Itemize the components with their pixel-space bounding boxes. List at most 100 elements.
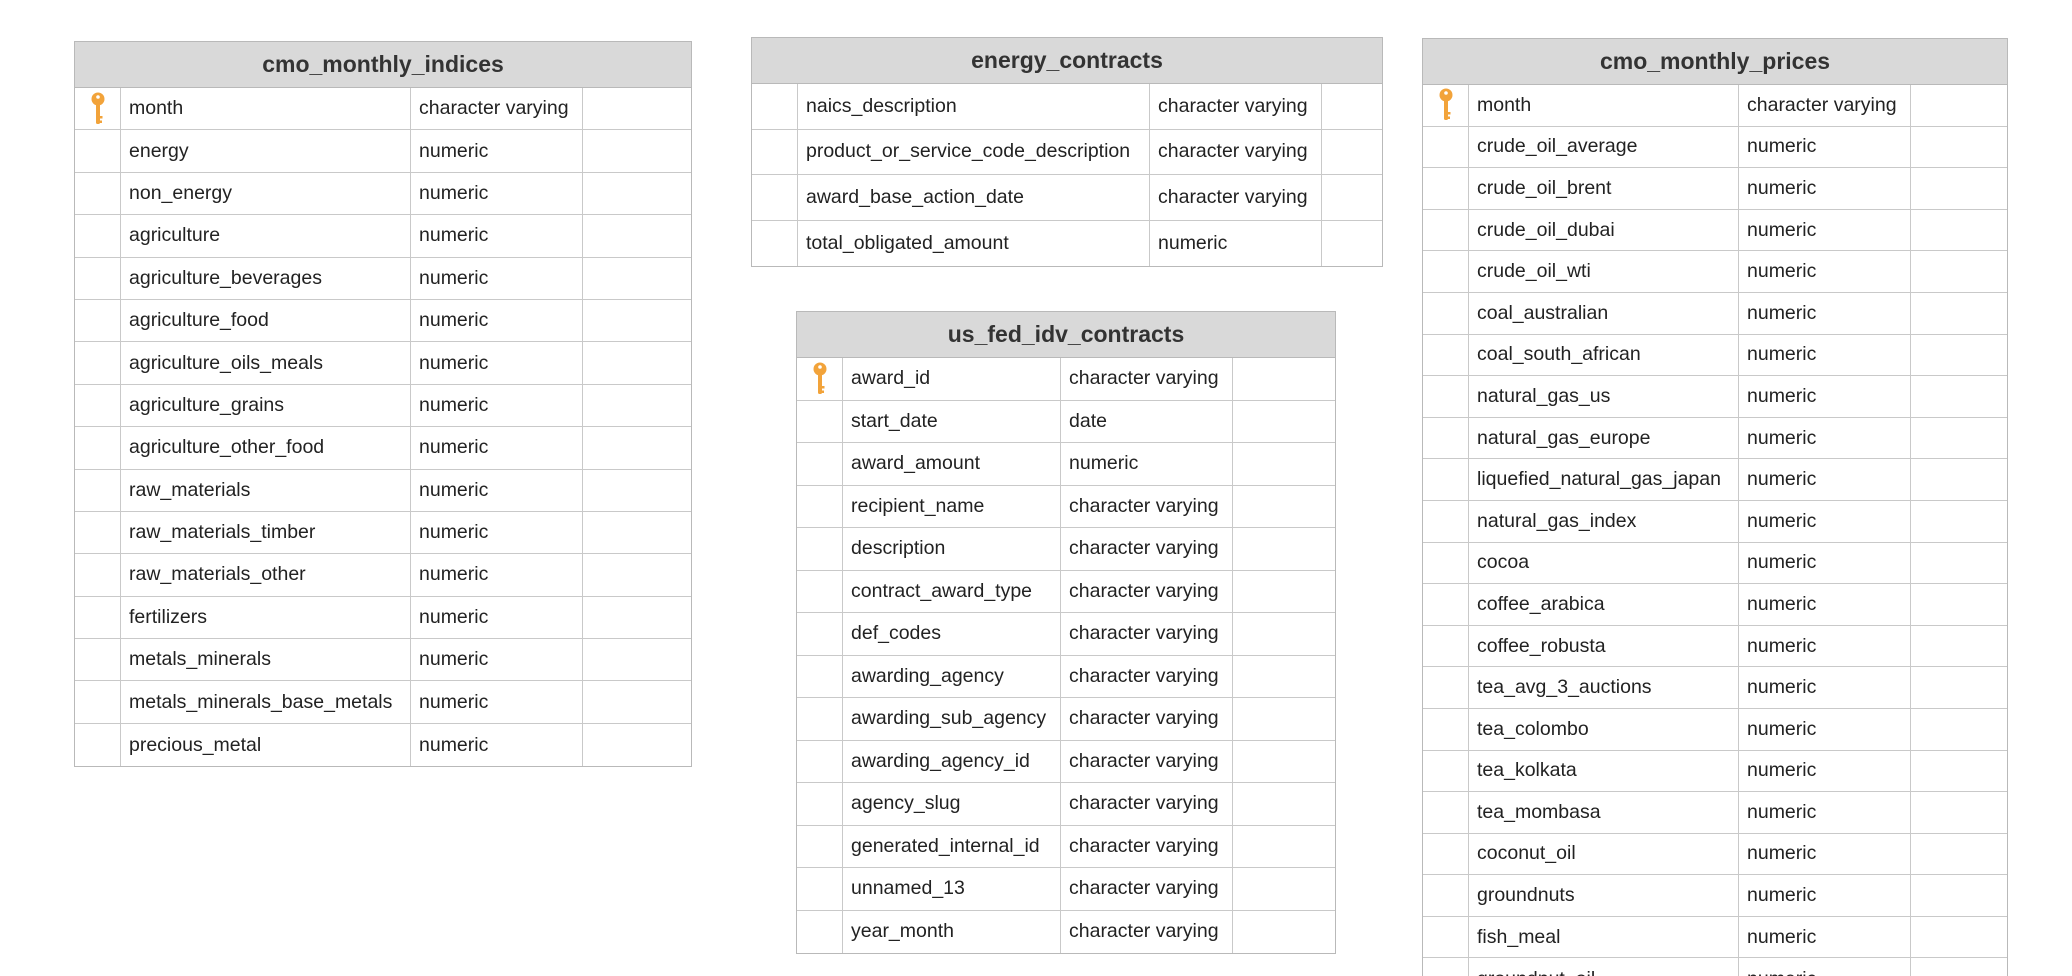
key-cell xyxy=(1423,667,1469,708)
column-type: character varying xyxy=(1150,84,1322,129)
er-diagram-canvas: cmo_monthly_indices month character varyin… xyxy=(0,0,2072,976)
table-row[interactable]: crude_oil_wti numeric xyxy=(1423,251,2007,293)
table-row[interactable]: description character varying xyxy=(797,528,1335,571)
column-extra xyxy=(1911,584,2007,625)
table-cmo-monthly-prices[interactable]: cmo_monthly_prices month character varying… xyxy=(1422,38,2008,976)
table-row[interactable]: def_codes character varying xyxy=(797,613,1335,656)
table-row[interactable]: coal_south_african numeric xyxy=(1423,334,2007,377)
table-row[interactable]: groundnuts numeric xyxy=(1423,875,2007,917)
table-row[interactable]: tea_colombo numeric xyxy=(1423,708,2007,751)
column-type: character varying xyxy=(1061,570,1233,612)
table-cmo-monthly-indices[interactable]: cmo_monthly_indices month character varyin… xyxy=(74,41,692,768)
table-row[interactable]: month character varying xyxy=(75,88,691,131)
table-row[interactable]: metals_minerals_base_metals numeric xyxy=(75,681,691,724)
table-row[interactable]: tea_avg_3_auctions numeric xyxy=(1423,667,2007,709)
column-name: award_base_action_date xyxy=(798,175,1150,220)
table-row[interactable]: year_month character varying xyxy=(797,910,1335,953)
column-name: contract_award_type xyxy=(843,570,1061,612)
table-row[interactable]: total_obligated_amount numeric xyxy=(752,220,1382,266)
table-row[interactable]: fish_meal numeric xyxy=(1423,916,2007,959)
table-row[interactable]: agency_slug character varying xyxy=(797,783,1335,826)
table-row[interactable]: liquefied_natural_gas_japan numeric xyxy=(1423,459,2007,501)
table-row[interactable]: coffee_arabica numeric xyxy=(1423,584,2007,626)
key-cell xyxy=(797,740,843,782)
column-extra xyxy=(1233,656,1335,698)
key-cell xyxy=(1423,625,1469,667)
column-type: numeric xyxy=(411,596,583,639)
column-extra xyxy=(1911,293,2007,334)
table-row[interactable]: coal_australian numeric xyxy=(1423,292,2007,335)
table-row[interactable]: coconut_oil numeric xyxy=(1423,833,2007,876)
key-cell xyxy=(797,443,843,485)
table-row[interactable]: awarding_agency_id character varying xyxy=(797,740,1335,783)
table-row[interactable]: tea_kolkata numeric xyxy=(1423,750,2007,793)
table-row[interactable]: metals_minerals numeric xyxy=(75,639,691,682)
column-type: numeric xyxy=(411,215,583,257)
table-row[interactable]: awarding_sub_agency character varying xyxy=(797,698,1335,741)
table-us-fed-idv-contracts[interactable]: us_fed_idv_contracts award_id character va… xyxy=(796,311,1336,954)
key-cell xyxy=(75,427,121,469)
table-row[interactable]: cocoa numeric xyxy=(1423,542,2007,585)
column-type: numeric xyxy=(1739,251,1911,292)
table-row[interactable]: recipient_name character varying xyxy=(797,485,1335,528)
table-row[interactable]: coffee_robusta numeric xyxy=(1423,625,2007,668)
table-row[interactable]: crude_oil_dubai numeric xyxy=(1423,209,2007,252)
table-row[interactable]: fertilizers numeric xyxy=(75,596,691,640)
table-row[interactable]: agriculture_food numeric xyxy=(75,299,691,343)
table-row[interactable]: raw_materials numeric xyxy=(75,469,691,512)
table-row[interactable]: tea_mombasa numeric xyxy=(1423,792,2007,834)
table-row[interactable]: start_date date xyxy=(797,400,1335,443)
column-name: agriculture_beverages xyxy=(121,257,411,299)
column-name: awarding_agency xyxy=(843,655,1061,697)
table-row[interactable]: crude_oil_brent numeric xyxy=(1423,168,2007,210)
table-row[interactable]: natural_gas_us numeric xyxy=(1423,376,2007,418)
key-cell xyxy=(797,528,843,570)
column-type: character varying xyxy=(1061,528,1233,570)
key-cell xyxy=(1423,584,1469,625)
table-row[interactable]: raw_materials_timber numeric xyxy=(75,511,691,555)
table-row[interactable]: contract_award_type character varying xyxy=(797,570,1335,613)
table-row[interactable]: award_id character varying xyxy=(797,358,1335,401)
table-row[interactable]: natural_gas_europe numeric xyxy=(1423,417,2007,460)
table-row[interactable]: natural_gas_index numeric xyxy=(1423,500,2007,543)
table-row[interactable]: month character varying xyxy=(1423,85,2007,127)
table-energy-contracts[interactable]: energy_contracts naics_description charact… xyxy=(751,37,1383,267)
table-row[interactable]: groundnut_oilnumeric xyxy=(1423,958,2007,976)
table-row[interactable]: product_or_service_code_description chara… xyxy=(752,129,1382,175)
table-row[interactable]: generated_internal_id character varying xyxy=(797,825,1335,868)
column-name: raw_materials_timber xyxy=(121,511,411,554)
column-extra xyxy=(1911,251,2007,292)
column-type: numeric xyxy=(1739,916,1911,958)
table-row[interactable]: award_base_action_date character varying xyxy=(752,175,1382,221)
table-row[interactable]: unnamed_13 character varying xyxy=(797,868,1335,911)
key-cell xyxy=(75,723,121,767)
table-row[interactable]: agriculture_oils_meals numeric xyxy=(75,342,691,385)
column-name: generated_internal_id xyxy=(843,825,1061,867)
column-extra xyxy=(1911,667,2007,708)
table-row[interactable]: precious_metal numeric xyxy=(75,723,691,767)
column-name: start_date xyxy=(843,400,1061,442)
table-row[interactable]: crude_oil_average numeric xyxy=(1423,126,2007,169)
table-row[interactable]: awarding_agency character varying xyxy=(797,655,1335,698)
key-cell xyxy=(1423,792,1469,833)
column-type: character varying xyxy=(1061,740,1233,782)
column-type: numeric xyxy=(411,554,583,596)
column-extra xyxy=(583,385,691,426)
column-extra xyxy=(1911,792,2007,833)
key-cell xyxy=(1423,417,1469,459)
table-row[interactable]: naics_description character varying xyxy=(752,84,1382,130)
column-type: numeric xyxy=(1739,584,1911,625)
column-type: numeric xyxy=(1739,376,1911,417)
table-row[interactable]: agriculture_beverages numeric xyxy=(75,257,691,300)
table-row[interactable]: agriculture_other_food numeric xyxy=(75,427,691,470)
table-row[interactable]: award_amount numeric xyxy=(797,443,1335,486)
key-cell xyxy=(1423,500,1469,542)
table-row[interactable]: agriculture_grains numeric xyxy=(75,384,691,428)
column-type: date xyxy=(1061,400,1233,442)
table-row[interactable]: energy numeric xyxy=(75,130,691,173)
key-cell xyxy=(1423,750,1469,792)
column-extra xyxy=(583,554,691,595)
table-row[interactable]: raw_materials_other numeric xyxy=(75,554,691,597)
table-row[interactable]: agriculture numeric xyxy=(75,215,691,258)
table-row[interactable]: non_energy numeric xyxy=(75,172,691,216)
